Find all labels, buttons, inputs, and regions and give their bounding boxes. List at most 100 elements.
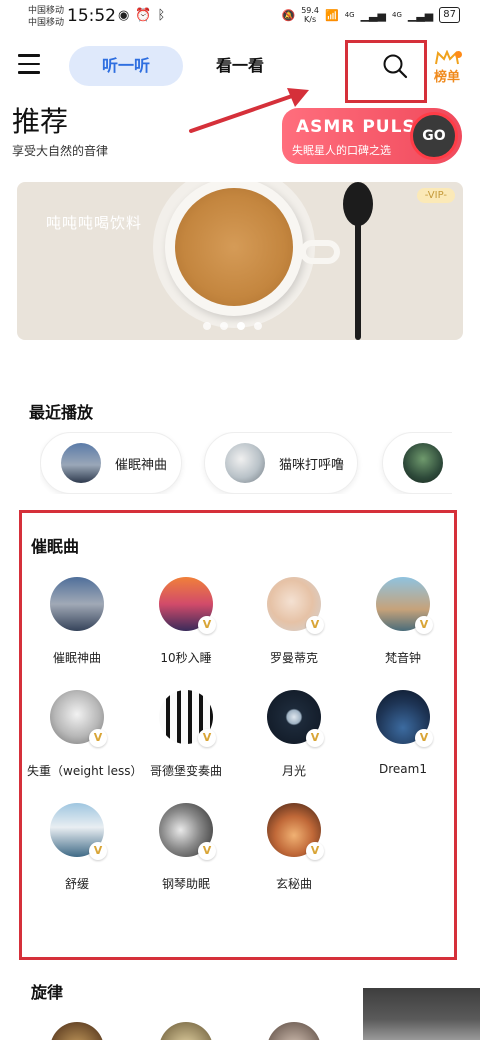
- recent-item-label: 猫咪打呼噜: [279, 457, 345, 473]
- carousel-dot[interactable]: [220, 322, 228, 330]
- rank-label: 榜单: [433, 70, 460, 85]
- track-name: 哥德堡变奏曲: [149, 764, 222, 778]
- vip-mark: V: [306, 842, 324, 860]
- network-speed: 59.4 K/s: [301, 6, 319, 24]
- track-item[interactable]: V 钢琴助眠: [136, 803, 236, 892]
- track-cover-partial[interactable]: [50, 1022, 104, 1040]
- track-name: 失重（weight less）: [27, 764, 143, 778]
- track-name: 钢琴助眠: [161, 877, 210, 891]
- recent-thumb: [61, 443, 101, 483]
- tab-watch[interactable]: 看一看: [210, 46, 270, 86]
- promo-subtitle: 失眠星人的口碑之选: [292, 144, 391, 157]
- battery-indicator: 87: [439, 7, 460, 23]
- track-name: 10秒入睡: [160, 651, 212, 665]
- track-cover: V: [159, 690, 216, 747]
- track-item[interactable]: V 哥德堡变奏曲: [136, 690, 236, 779]
- vip-mark: V: [89, 842, 107, 860]
- track-name: 舒缓: [64, 877, 89, 891]
- hypnosis-section-title: 催眠曲: [31, 537, 80, 556]
- carousel-dot[interactable]: [203, 322, 211, 330]
- carrier-1: 中国移动: [28, 6, 65, 16]
- recent-thumb: [225, 443, 265, 483]
- go-button[interactable]: GO: [410, 112, 458, 160]
- menu-icon[interactable]: [18, 54, 40, 74]
- track-item[interactable]: V 10秒入睡: [136, 577, 236, 666]
- carousel-dot[interactable]: [237, 322, 245, 330]
- signal-b-label: 4G: [391, 11, 402, 19]
- recent-list: 催眠神曲 猫咪打呼噜: [40, 432, 452, 494]
- eye-icon: ◉: [118, 8, 130, 23]
- page-subtitle: 享受大自然的音律: [12, 144, 109, 158]
- melody-section-title: 旋律: [31, 983, 64, 1002]
- corner-thumbnail: [363, 988, 480, 1040]
- promo-title: ASMR PULS: [296, 117, 416, 137]
- carousel-dots: [203, 322, 262, 330]
- track-item[interactable]: V 月光: [244, 690, 344, 779]
- track-name: 催眠神曲: [52, 651, 101, 665]
- carrier-2: 中国移动: [28, 18, 65, 28]
- signal-a-icon: ▁▃▅: [360, 8, 386, 22]
- recent-thumb: [403, 443, 443, 483]
- track-cover: V: [267, 803, 324, 860]
- track-cover: V: [376, 690, 433, 747]
- track-item[interactable]: V 罗曼蒂克: [244, 577, 344, 666]
- recent-item-label: 催眠神曲: [115, 457, 168, 473]
- carrier-labels: 中国移动 中国移动: [28, 5, 64, 29]
- banner-carousel[interactable]: 吨吨吨喝饮料 -VIP-: [17, 182, 463, 340]
- page-title: 推荐: [12, 105, 69, 138]
- track-item[interactable]: V 失重（weight less）: [27, 690, 143, 779]
- coffee-image: [175, 188, 293, 306]
- track-name: 梵音钟: [384, 651, 421, 665]
- track-cover-partial[interactable]: [267, 1022, 321, 1040]
- tab-listen[interactable]: 听一听: [69, 46, 183, 86]
- wifi-icon: 📶: [325, 8, 339, 22]
- track-cover: V: [267, 577, 324, 634]
- clock: 15:52: [67, 6, 116, 26]
- track-item[interactable]: V 舒缓: [27, 803, 127, 892]
- asmr-promo-banner[interactable]: ASMR PULS 失眠星人的口碑之选 GO: [282, 108, 462, 164]
- vip-mark: V: [198, 616, 216, 634]
- track-item[interactable]: 催眠神曲: [27, 577, 127, 666]
- track-cover: V: [50, 690, 107, 747]
- recent-section-title: 最近播放: [29, 403, 94, 422]
- track-cover-partial[interactable]: [159, 1022, 213, 1040]
- track-cover: V: [159, 577, 216, 634]
- status-bar: 中国移动 中国移动 15:52 ◉ ⏰ ᛒ 🔕 59.4 K/s 📶 4G ▁▃…: [0, 0, 480, 36]
- vip-mark: V: [198, 842, 216, 860]
- vip-mark: V: [306, 616, 324, 634]
- track-cover: [50, 577, 104, 631]
- track-cover: V: [159, 803, 216, 860]
- track-name: 玄秘曲: [275, 877, 312, 891]
- recent-item[interactable]: 猫咪打呼噜: [204, 432, 358, 494]
- vip-mark: V: [415, 729, 433, 747]
- banner-caption: 吨吨吨喝饮料: [46, 214, 143, 232]
- search-icon: [383, 54, 408, 79]
- vip-mark: V: [415, 616, 433, 634]
- track-cover: V: [267, 690, 324, 747]
- track-name: 罗曼蒂克: [269, 651, 318, 665]
- notification-dot: [455, 51, 462, 58]
- alarm-icon: ⏰: [135, 8, 152, 23]
- vip-mark: V: [89, 729, 107, 747]
- search-button[interactable]: [345, 40, 427, 103]
- vip-badge: -VIP-: [416, 188, 455, 203]
- signal-a-label: 4G: [344, 11, 355, 19]
- track-cover: V: [50, 803, 107, 860]
- track-cover: V: [376, 577, 433, 634]
- track-name: 月光: [281, 764, 306, 778]
- track-item[interactable]: V 梵音钟: [353, 577, 453, 666]
- rank-button[interactable]: 榜单: [429, 50, 465, 86]
- cup-handle: [300, 240, 340, 264]
- bluetooth-icon: ᛒ: [157, 8, 166, 23]
- signal-b-icon: ▁▃▅: [407, 8, 434, 22]
- vip-mark: V: [306, 729, 324, 747]
- carousel-dot-active[interactable]: [254, 322, 262, 330]
- mute-icon: 🔕: [281, 8, 296, 22]
- track-item[interactable]: V Dream1: [353, 690, 453, 776]
- spoon-image: [343, 182, 373, 226]
- vip-mark: V: [198, 729, 216, 747]
- track-item[interactable]: V 玄秘曲: [244, 803, 344, 892]
- recent-item[interactable]: 催眠神曲: [40, 432, 182, 494]
- track-name: Dream1: [379, 762, 427, 776]
- recent-item[interactable]: [382, 432, 452, 494]
